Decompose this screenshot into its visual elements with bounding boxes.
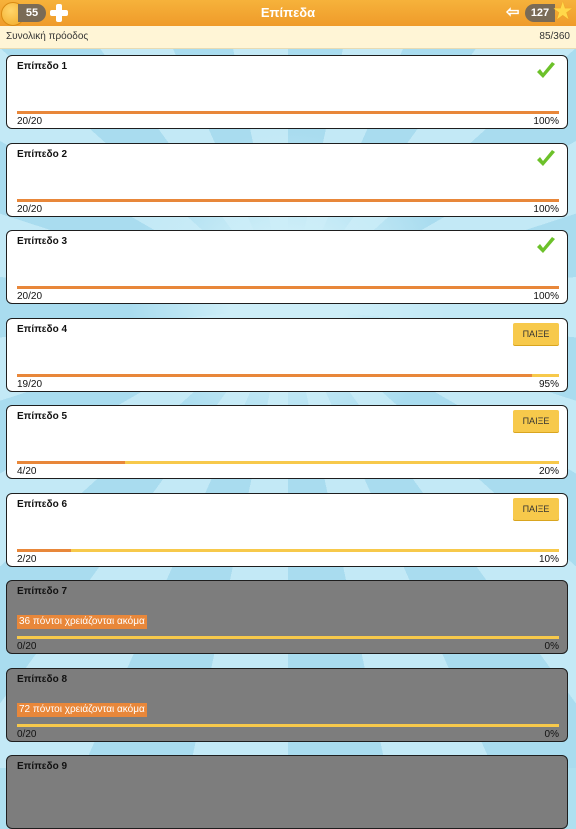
- level-title: Επίπεδο 7: [17, 586, 68, 597]
- level-card[interactable]: Επίπεδο 6 ΠΑΙΞΕ 2/20 10%: [6, 492, 568, 567]
- level-count: 0/20: [17, 641, 37, 652]
- level-card: Επίπεδο 8 72 πόντοι χρειάζονται ακόμα 0/20…: [6, 667, 568, 742]
- level-progress-fill: [17, 198, 559, 202]
- level-progress-fill: [17, 461, 126, 464]
- level-percent: 95%: [538, 378, 559, 390]
- level-title: Επίπεδο 5: [17, 411, 68, 422]
- level-count: 2/20: [17, 553, 37, 565]
- level-card[interactable]: Επίπεδο 4 ΠΑΙΞΕ 19/20 95%: [6, 317, 568, 392]
- level-count: 20/20: [17, 291, 43, 302]
- level-progress-bar: [17, 548, 559, 552]
- overall-progress: Συνολική πρόοδος 85/360: [0, 26, 576, 49]
- level-title: Επίπεδο 6: [17, 498, 68, 510]
- points-needed-label: 72 πόντοι χρειάζονται ακόμα: [17, 702, 147, 717]
- level-percent: 10%: [538, 553, 559, 565]
- level-progress-bar: [17, 198, 559, 202]
- play-button[interactable]: ΠΑΙΞΕ: [513, 410, 559, 432]
- level-card[interactable]: Επίπεδο 3 20/20 100%: [6, 230, 568, 304]
- level-card[interactable]: Επίπεδο 2 20/20 100%: [6, 142, 568, 217]
- check-icon: [537, 237, 555, 253]
- level-count: 4/20: [17, 466, 37, 477]
- level-card: Επίπεδο 7 36 πόντοι χρειάζονται ακόμα 0/20…: [6, 580, 568, 654]
- star-icon: ★: [552, 0, 574, 25]
- level-card: Επίπεδο 9: [6, 755, 568, 829]
- level-title: Επίπεδο 1: [17, 61, 68, 72]
- level-percent: 0%: [544, 728, 559, 740]
- check-icon: [537, 62, 555, 78]
- level-percent: 100%: [533, 203, 559, 215]
- level-percent: 100%: [533, 291, 559, 302]
- level-title: Επίπεδο 3: [17, 236, 68, 247]
- level-title: Επίπεδο 2: [17, 148, 68, 160]
- level-percent: 20%: [538, 466, 559, 477]
- check-icon: [537, 149, 555, 166]
- page-title: Επίπεδα: [260, 5, 316, 20]
- level-count: 0/20: [17, 728, 37, 740]
- level-count: 19/20: [17, 378, 43, 390]
- stars-count: 127: [525, 4, 555, 22]
- level-progress-fill: [17, 286, 559, 289]
- level-progress-bar: [17, 461, 559, 464]
- play-button[interactable]: ΠΑΙΞΕ: [513, 497, 559, 520]
- level-card[interactable]: Επίπεδο 5 ΠΑΙΞΕ 4/20 20%: [6, 405, 568, 479]
- level-progress-fill: [17, 548, 72, 552]
- overall-progress-value: 85/360: [539, 31, 570, 42]
- overall-progress-label: Συνολική πρόοδος: [6, 31, 89, 42]
- level-progress-bar: [17, 111, 559, 114]
- back-arrow-icon[interactable]: ⇦: [506, 4, 524, 22]
- level-title: Επίπεδο 9: [17, 761, 68, 772]
- level-progress-bar: [17, 286, 559, 289]
- top-bar: 55 Επίπεδα ⇦ 127 ★: [0, 0, 576, 26]
- points-needed-label: 36 πόντοι χρειάζονται ακόμα: [17, 615, 147, 629]
- play-button[interactable]: ΠΑΙΞΕ: [513, 322, 559, 345]
- level-progress-fill: [17, 111, 559, 114]
- level-title: Επίπεδο 4: [17, 323, 68, 335]
- level-progress-bar: [17, 373, 559, 377]
- level-count: 20/20: [17, 116, 43, 127]
- level-progress-fill: [17, 373, 532, 377]
- level-card[interactable]: Επίπεδο 1 20/20 100%: [6, 55, 568, 129]
- level-percent: 0%: [544, 641, 559, 652]
- level-progress-bar: [17, 636, 559, 639]
- level-percent: 100%: [533, 116, 559, 127]
- level-title: Επίπεδο 8: [17, 673, 68, 685]
- level-progress-bar: [17, 723, 559, 727]
- level-count: 20/20: [17, 203, 43, 215]
